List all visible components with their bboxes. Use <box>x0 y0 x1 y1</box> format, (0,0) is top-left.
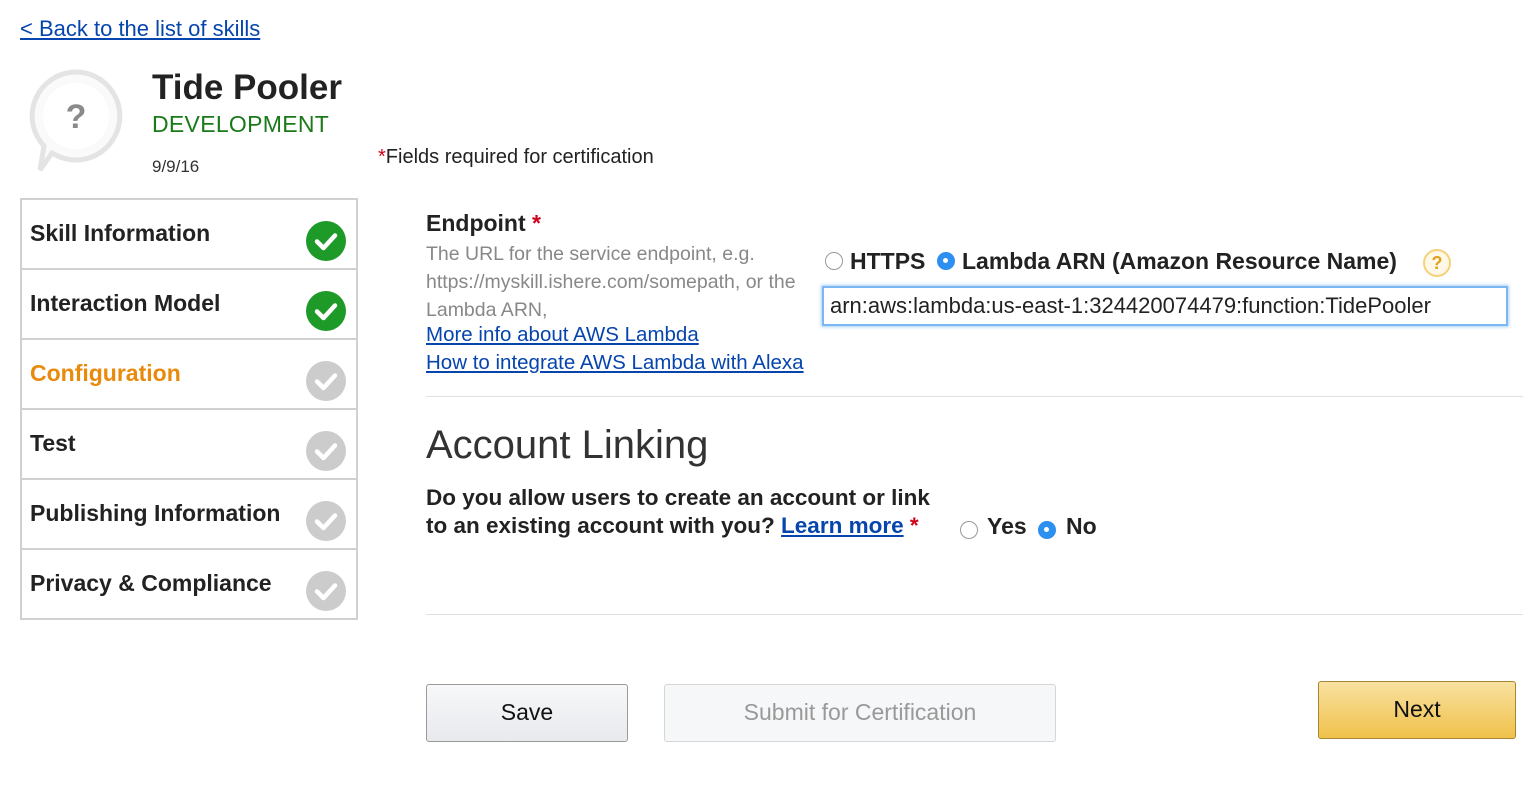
sidebar-item-label: Configuration <box>30 360 181 386</box>
check-complete-icon <box>306 291 346 331</box>
sidebar-item-test[interactable]: Test <box>22 410 356 480</box>
page: < Back to the list of skills ? Tide Pool… <box>0 0 1523 796</box>
sidebar-item-interaction-model[interactable]: Interaction Model <box>22 270 356 340</box>
required-star: * <box>532 210 541 236</box>
lambda-arn-input[interactable] <box>822 286 1508 326</box>
check-incomplete-icon <box>306 361 346 401</box>
section-divider <box>426 614 1523 615</box>
skill-name: Tide Pooler <box>152 68 342 107</box>
lambda-alexa-integration-link[interactable]: How to integrate AWS Lambda with Alexa <box>426 351 804 375</box>
section-divider <box>426 396 1523 397</box>
check-incomplete-icon <box>306 431 346 471</box>
https-radio[interactable] <box>825 252 843 270</box>
sidebar-item-publishing-information[interactable]: Publishing Information <box>22 480 356 550</box>
endpoint-description: The URL for the service endpoint, e.g. h… <box>426 243 796 321</box>
account-linking-title: Account Linking <box>426 423 709 467</box>
sidebar-item-skill-information[interactable]: Skill Information <box>22 200 356 270</box>
aws-lambda-info-link[interactable]: More info about AWS Lambda <box>426 323 699 347</box>
next-button[interactable]: Next <box>1318 681 1516 739</box>
endpoint-title-text: Endpoint <box>426 210 526 236</box>
skill-steps-sidebar: Skill Information Interaction Model Conf… <box>20 198 358 620</box>
sidebar-item-configuration[interactable]: Configuration <box>22 340 356 410</box>
sidebar-item-privacy-compliance[interactable]: Privacy & Compliance <box>22 550 356 620</box>
required-star: * <box>378 146 386 168</box>
skill-placeholder-icon: ? <box>29 69 123 172</box>
skill-date: 9/9/16 <box>152 157 200 176</box>
endpoint-title: Endpoint * <box>426 210 541 237</box>
save-button[interactable]: Save <box>426 684 628 742</box>
required-fields-note: *Fields required for certification <box>378 146 654 169</box>
back-to-skills-link[interactable]: < Back to the list of skills <box>20 16 260 42</box>
sidebar-item-label: Interaction Model <box>30 290 221 316</box>
svg-text:?: ? <box>66 98 87 136</box>
required-star: * <box>909 513 919 538</box>
https-label[interactable]: HTTPS <box>850 248 925 275</box>
check-incomplete-icon <box>306 501 346 541</box>
skill-status: DEVELOPMENT <box>152 111 330 137</box>
sidebar-item-label: Publishing Information <box>30 500 281 526</box>
lambda-arn-label[interactable]: Lambda ARN (Amazon Resource Name) <box>962 248 1397 275</box>
lambda-arn-radio[interactable] <box>937 252 955 270</box>
account-linking-no-label[interactable]: No <box>1066 513 1097 540</box>
account-linking-yes-radio[interactable] <box>960 521 978 539</box>
check-incomplete-icon <box>306 571 346 611</box>
account-linking-question: Do you allow users to create an account … <box>426 484 936 540</box>
account-linking-yes-label[interactable]: Yes <box>987 513 1027 540</box>
sidebar-item-label: Skill Information <box>30 220 211 246</box>
sidebar-item-label: Test <box>30 430 76 456</box>
submit-for-certification-button[interactable]: Submit for Certification <box>664 684 1056 742</box>
learn-more-link[interactable]: Learn more <box>781 513 904 538</box>
help-icon[interactable]: ? <box>1423 249 1451 277</box>
required-note-text: Fields required for certification <box>385 146 654 168</box>
account-linking-no-radio[interactable] <box>1038 521 1056 539</box>
check-complete-icon <box>306 221 346 261</box>
sidebar-item-label: Privacy & Compliance <box>30 570 272 596</box>
